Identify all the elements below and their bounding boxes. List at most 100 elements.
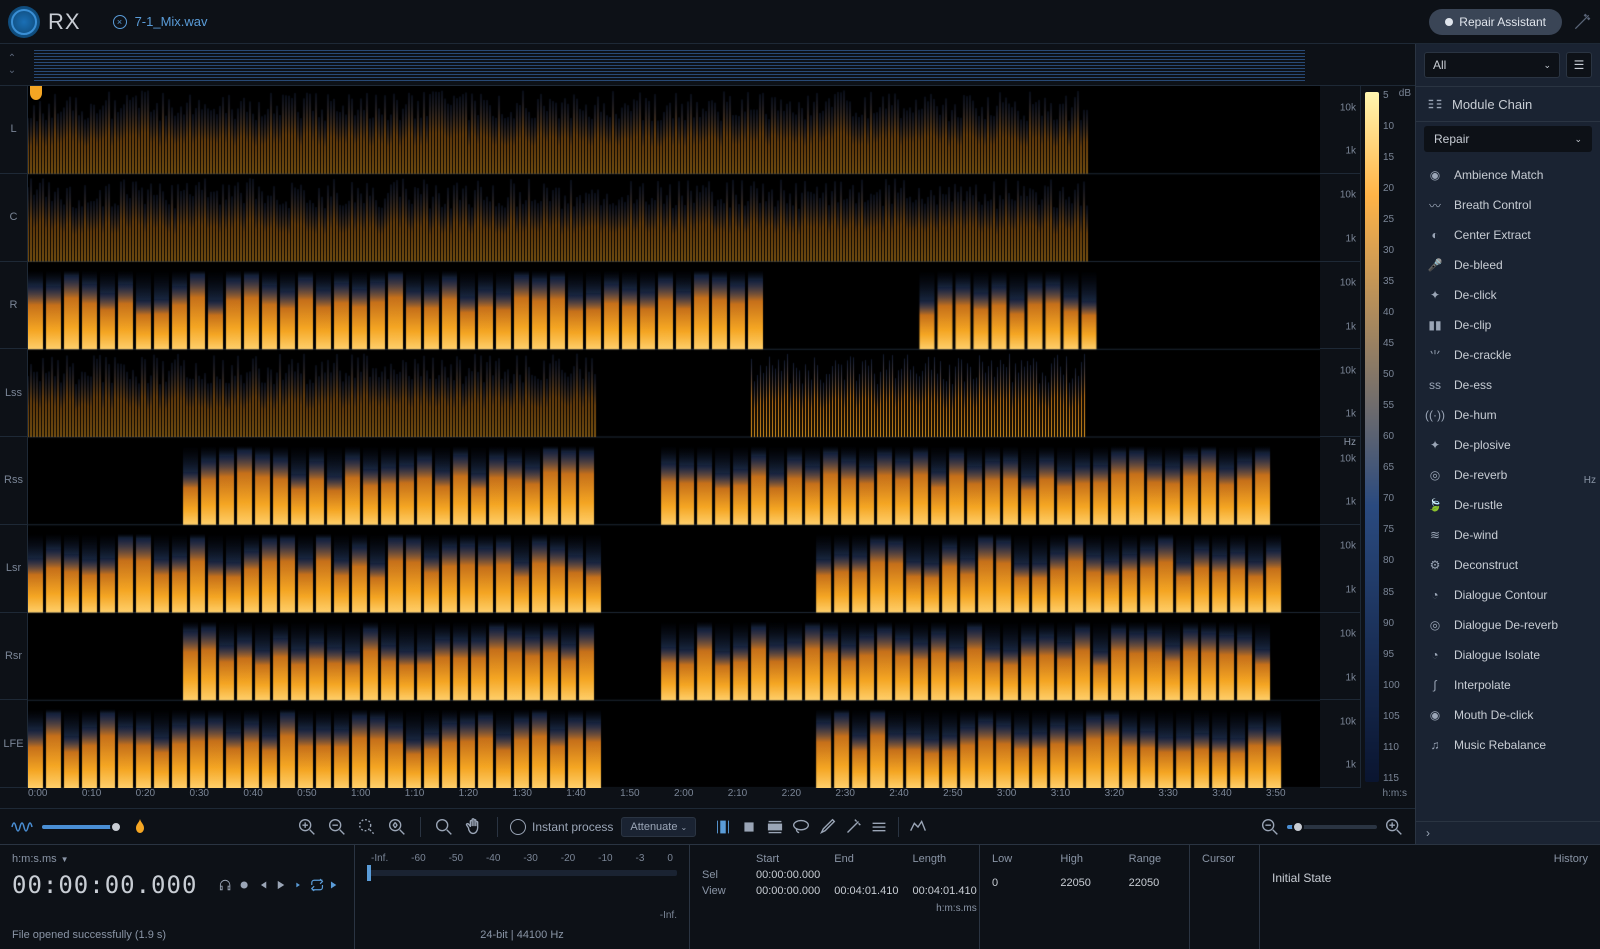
forward-icon[interactable] [328, 874, 342, 896]
spectrogram-view[interactable] [28, 86, 1320, 788]
instant-process-mode-select[interactable]: Attenuate ⌄ [621, 817, 696, 837]
overview-strip[interactable]: ⌃ ⌄ [0, 44, 1415, 86]
module-item[interactable]: ◉Mouth De-click [1416, 700, 1600, 730]
module-icon: ⺌ [1426, 346, 1444, 364]
db-tick: 110 [1383, 742, 1415, 753]
loop-icon[interactable] [310, 874, 324, 896]
module-item[interactable]: ♫Music Rebalance [1416, 730, 1600, 760]
wand-icon[interactable] [1572, 12, 1592, 32]
module-item[interactable]: ◔Dialogue Contour [1416, 580, 1600, 610]
instant-process-icon[interactable] [510, 819, 526, 835]
zoom-selection-icon[interactable] [356, 816, 378, 838]
wand-tool-icon[interactable] [842, 816, 864, 838]
brush-tool-icon[interactable] [816, 816, 838, 838]
channel-label[interactable]: Rss [0, 437, 27, 525]
module-item[interactable]: ◎Dialogue De-reverb [1416, 610, 1600, 640]
hzoom-out-icon[interactable] [1259, 816, 1281, 838]
sel-end-value[interactable] [834, 869, 898, 881]
hzoom-in-icon[interactable] [1383, 816, 1405, 838]
module-item[interactable]: ◐Center Extract [1416, 220, 1600, 250]
view-length-value[interactable]: 00:04:01.410 [912, 885, 976, 897]
channel-label[interactable]: R [0, 262, 27, 350]
channel-label[interactable]: Rsr [0, 613, 27, 701]
time-selection-tool-icon[interactable] [712, 816, 734, 838]
timeline-tick: 0:10 [82, 788, 136, 808]
freq-high-value[interactable]: 22050 [1060, 877, 1108, 889]
module-item[interactable]: ≋De-wind [1416, 520, 1600, 550]
find-icon[interactable] [433, 816, 455, 838]
sidebar-menu-icon[interactable]: ☰ [1566, 52, 1592, 78]
sel-start-value[interactable]: 00:00:00.000 [756, 869, 820, 881]
playhead-marker-icon[interactable] [30, 86, 42, 100]
file-tab[interactable]: × 7-1_Mix.wav [101, 10, 220, 33]
spectrogram-toggle-icon[interactable] [130, 817, 150, 837]
timeline-tick: 3:50 [1266, 788, 1320, 808]
zoom-in-icon[interactable] [296, 816, 318, 838]
play-icon[interactable] [273, 874, 287, 896]
rewind-icon[interactable] [255, 874, 269, 896]
module-item[interactable]: ssDe-ess [1416, 370, 1600, 400]
overview-expand-down-icon[interactable]: ⌄ [4, 66, 20, 76]
time-freq-selection-tool-icon[interactable] [738, 816, 760, 838]
module-item[interactable]: ◔Dialogue Isolate [1416, 640, 1600, 670]
output-meter[interactable] [367, 870, 677, 876]
timeline-tick: 2:50 [943, 788, 997, 808]
module-item[interactable]: ▮▮De-clip [1416, 310, 1600, 340]
module-category-select[interactable]: Repair⌄ [1424, 126, 1592, 152]
sidebar-more-icon[interactable]: › [1416, 821, 1600, 844]
zoom-fit-icon[interactable] [386, 816, 408, 838]
module-item[interactable]: ((·))De-hum [1416, 400, 1600, 430]
db-color-gradient[interactable] [1365, 92, 1379, 782]
zoom-out-icon[interactable] [326, 816, 348, 838]
repair-assistant-button[interactable]: Repair Assistant [1429, 9, 1562, 35]
waveform-toggle-icon[interactable] [10, 817, 34, 837]
channel-label[interactable]: C [0, 174, 27, 262]
waveform-opacity-slider[interactable] [42, 825, 122, 829]
audio-format-label: 24-bit | 44100 Hz [480, 929, 564, 941]
freq-low-value[interactable]: 0 [992, 877, 1040, 889]
record-icon[interactable] [237, 874, 251, 896]
freq-selection-tool-icon[interactable] [764, 816, 786, 838]
module-item[interactable]: 🍃De-rustle [1416, 490, 1600, 520]
module-label: De-bleed [1454, 258, 1503, 272]
status-message: File opened successfully (1.9 s) [12, 929, 342, 941]
timeline-unit-label: h:m:s [1320, 788, 1415, 808]
module-item[interactable]: 🎤De-bleed [1416, 250, 1600, 280]
module-item[interactable]: ◎De-reverb [1416, 460, 1600, 490]
freq-range-value[interactable]: 22050 [1129, 877, 1177, 889]
lasso-tool-icon[interactable] [790, 816, 812, 838]
module-chain-button[interactable]: Module Chain [1416, 87, 1600, 122]
brand-name: RX [48, 9, 81, 35]
module-item[interactable]: ✦De-click [1416, 280, 1600, 310]
module-item[interactable]: ⚙Deconstruct [1416, 550, 1600, 580]
history-item-initial[interactable]: Initial State [1272, 871, 1588, 885]
hand-tool-icon[interactable] [463, 816, 485, 838]
channel-label[interactable]: Lsr [0, 525, 27, 613]
play-selection-icon[interactable] [291, 874, 305, 896]
module-label: De-ess [1454, 378, 1492, 392]
timeline-tick: 1:10 [405, 788, 459, 808]
sel-length-value[interactable] [912, 869, 976, 881]
module-label: De-clip [1454, 318, 1491, 332]
headphones-icon[interactable] [218, 874, 232, 896]
tab-close-icon[interactable]: × [113, 15, 127, 29]
module-item[interactable]: ◉Ambience Match [1416, 160, 1600, 190]
deselect-icon[interactable] [868, 816, 890, 838]
module-item[interactable]: ⺌De-crackle [1416, 340, 1600, 370]
hzoom-slider[interactable] [1287, 825, 1377, 829]
overview-waveform[interactable] [34, 48, 1305, 81]
module-label: Dialogue De-reverb [1454, 618, 1558, 632]
channel-label[interactable]: LFE [0, 700, 27, 788]
module-item[interactable]: ✦De-plosive [1416, 430, 1600, 460]
time-format-select[interactable]: h:m:s.ms ▼ [12, 853, 342, 865]
view-end-value[interactable]: 00:04:01.410 [834, 885, 898, 897]
harmonics-tool-icon[interactable] [907, 816, 929, 838]
view-start-value[interactable]: 00:00:00.000 [756, 885, 820, 897]
module-item[interactable]: 〰Breath Control [1416, 190, 1600, 220]
overview-expand-up-icon[interactable]: ⌃ [4, 54, 20, 64]
module-item[interactable]: ∫Interpolate [1416, 670, 1600, 700]
channel-label[interactable]: Lss [0, 349, 27, 437]
channel-label[interactable]: L [0, 86, 27, 174]
meter-scale-tick: -Inf. [371, 853, 388, 864]
module-filter-select[interactable]: All⌄ [1424, 52, 1560, 78]
